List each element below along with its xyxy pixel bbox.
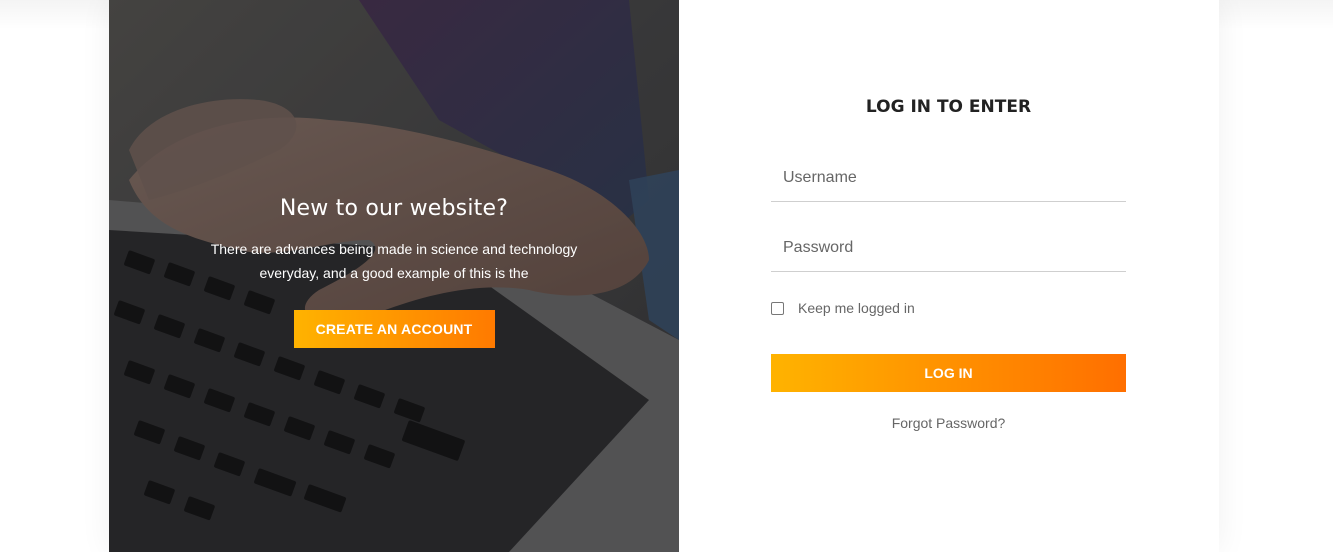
login-title: LOG IN TO ENTER [865, 97, 1032, 117]
remember-me-row: Keep me logged in [771, 300, 915, 316]
page: New to our website? There are advances b… [0, 0, 1333, 552]
auth-card: New to our website? There are advances b… [109, 0, 1219, 552]
create-account-button[interactable]: CREATE AN ACCOUNT [293, 310, 495, 348]
promo-description: There are advances being made in science… [210, 241, 578, 281]
remember-me-label[interactable]: Keep me logged in [798, 300, 915, 316]
username-input[interactable] [771, 154, 1126, 202]
promo-title: New to our website? [279, 196, 509, 221]
remember-me-checkbox[interactable] [771, 301, 784, 315]
password-input[interactable] [771, 224, 1126, 272]
signup-promo-content: New to our website? There are advances b… [109, 196, 679, 348]
signup-promo-panel: New to our website? There are advances b… [109, 0, 679, 552]
forgot-password-link[interactable]: Forgot Password? [771, 415, 1126, 431]
login-button[interactable]: LOG IN [771, 354, 1126, 392]
